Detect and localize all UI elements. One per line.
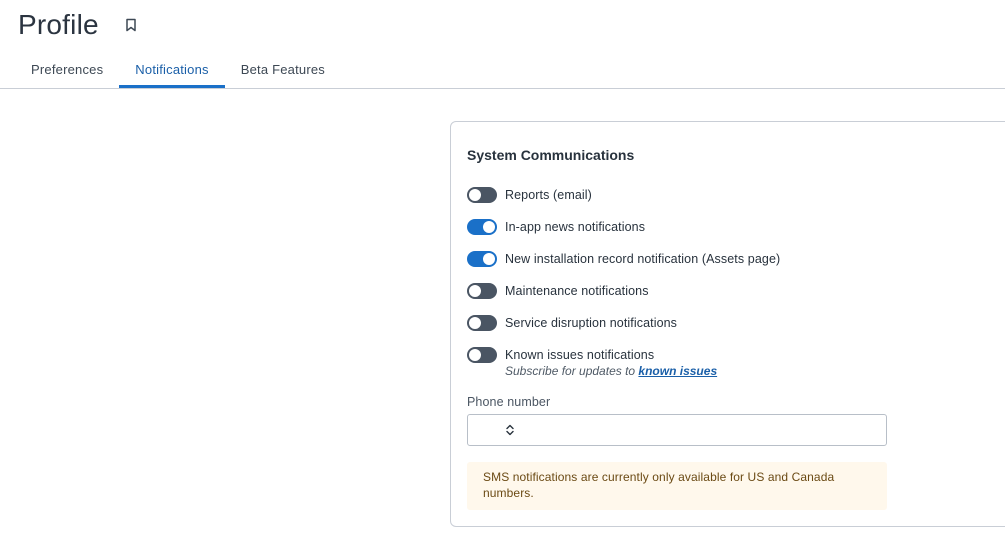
setting-row-known-issues: Known issues notifications Subscribe for… [467,347,717,379]
toggle-known-issues[interactable] [467,347,497,363]
card-title: System Communications [467,147,635,163]
tab-beta-features[interactable]: Beta Features [225,52,341,88]
tab-bar: Preferences Notifications Beta Features [15,52,341,88]
system-communications-card: System Communications Reports (email) In… [450,121,1005,527]
toggle-service-disruption[interactable] [467,315,497,331]
page-header: Profile Preferences Notifications Beta F… [0,0,1005,89]
setting-row-installation-record: New installation record notification (As… [467,251,780,267]
setting-label: New installation record notification (As… [505,252,781,266]
toggle-reports-email[interactable] [467,187,497,203]
chevron-up-down-icon[interactable] [504,423,516,437]
tab-preferences[interactable]: Preferences [15,52,119,88]
setting-label: Known issues notifications [505,348,655,362]
tab-notifications[interactable]: Notifications [119,52,225,88]
setting-label: Service disruption notifications [505,316,678,330]
setting-row-reports: Reports (email) [467,187,592,203]
setting-row-in-app-news: In-app news notifications [467,219,645,235]
known-issues-subtext: Subscribe for updates to known issues [505,364,718,378]
page-title: Profile [18,9,99,40]
setting-row-maintenance: Maintenance notifications [467,283,649,299]
setting-row-service-disruption: Service disruption notifications [467,315,677,331]
title-row: Profile [18,6,137,44]
bookmark-icon[interactable] [125,18,137,32]
phone-number-field[interactable] [467,414,887,446]
phone-number-label: Phone number [467,395,551,409]
setting-label: Reports (email) [505,188,592,202]
setting-label: In-app news notifications [505,220,646,234]
sms-availability-notice: SMS notifications are currently only ava… [467,462,887,510]
toggle-installation-record[interactable] [467,251,497,267]
known-issues-link[interactable]: known issues [638,364,717,378]
setting-label: Maintenance notifications [505,284,649,298]
toggle-maintenance[interactable] [467,283,497,299]
toggle-in-app-news[interactable] [467,219,497,235]
